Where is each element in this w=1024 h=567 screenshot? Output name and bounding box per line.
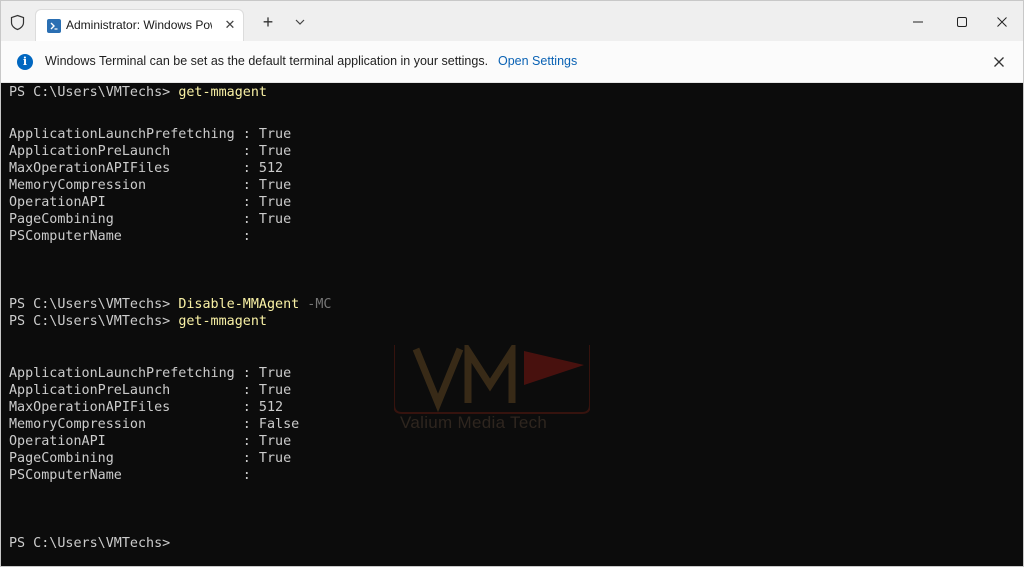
terminal-line: MemoryCompression : True [9,178,292,193]
prompt: PS C:\Users\VMTechs> [9,314,179,329]
prompt: PS C:\Users\VMTechs> [9,536,171,551]
command: get-mmagent [178,314,267,329]
info-bar: i Windows Terminal can be set as the def… [1,41,1023,83]
shield-icon [10,14,25,31]
prompt: PS C:\Users\VMTechs> [9,297,179,312]
terminal-line: MaxOperationAPIFiles : 512 [9,161,284,176]
watermark-logo: Valium Media Tech [393,339,591,439]
minimize-button[interactable] [903,9,933,35]
close-icon [994,57,1004,67]
powershell-icon [47,19,61,33]
terminal-line: PS C:\Users\VMTechs> get-mmagent [9,84,267,101]
terminal-window: Administrator: Windows PowerShell ✕ + i … [0,0,1024,567]
tab-powershell[interactable]: Administrator: Windows PowerShell ✕ [35,9,244,41]
close-icon [997,17,1007,27]
command: Disable-MMAgent [178,297,300,312]
maximize-button[interactable] [947,9,977,35]
terminal-line: OperationAPI : True [9,195,292,210]
terminal-line: ApplicationLaunchPrefetching : True [9,366,292,381]
terminal-line: MaxOperationAPIFiles : 512 [9,400,284,415]
terminal-output[interactable]: Valium Media Tech PS C:\Users\VMTechs> g… [1,83,1023,566]
info-icon: i [17,54,33,70]
terminal-line[interactable]: PS C:\Users\VMTechs> [9,535,170,552]
minimize-icon [913,21,923,23]
chevron-down-icon[interactable] [291,14,309,30]
new-tab-button[interactable]: + [258,12,278,32]
terminal-line: PS C:\Users\VMTechs> get-mmagent [9,313,267,330]
tab-close-icon[interactable]: ✕ [222,17,238,33]
terminal-line: MemoryCompression : False [9,417,300,432]
prompt: PS C:\Users\VMTechs> [9,85,179,100]
info-message: Windows Terminal can be set as the defau… [45,54,489,68]
terminal-line: ApplicationPreLaunch : True [9,383,292,398]
command: get-mmagent [178,85,267,100]
tab-title: Administrator: Windows PowerShell [66,18,212,32]
parameter: -MC [299,297,332,312]
open-settings-link[interactable]: Open Settings [498,54,577,68]
terminal-line: ApplicationPreLaunch : True [9,144,292,159]
terminal-line: ApplicationLaunchPrefetching : True [9,127,292,142]
terminal-line: PageCombining : True [9,212,292,227]
info-close-button[interactable] [989,52,1009,72]
title-bar[interactable]: Administrator: Windows PowerShell ✕ + [1,1,1023,41]
terminal-line: PSComputerName : [9,229,251,244]
terminal-line: OperationAPI : True [9,434,292,449]
close-window-button[interactable] [987,9,1017,35]
terminal-line: PSComputerName : [9,468,251,483]
watermark-text: Valium Media Tech [400,413,548,432]
terminal-line: PageCombining : True [9,451,292,466]
terminal-line: PS C:\Users\VMTechs> Disable-MMAgent -MC [9,296,332,313]
maximize-icon [957,17,967,27]
